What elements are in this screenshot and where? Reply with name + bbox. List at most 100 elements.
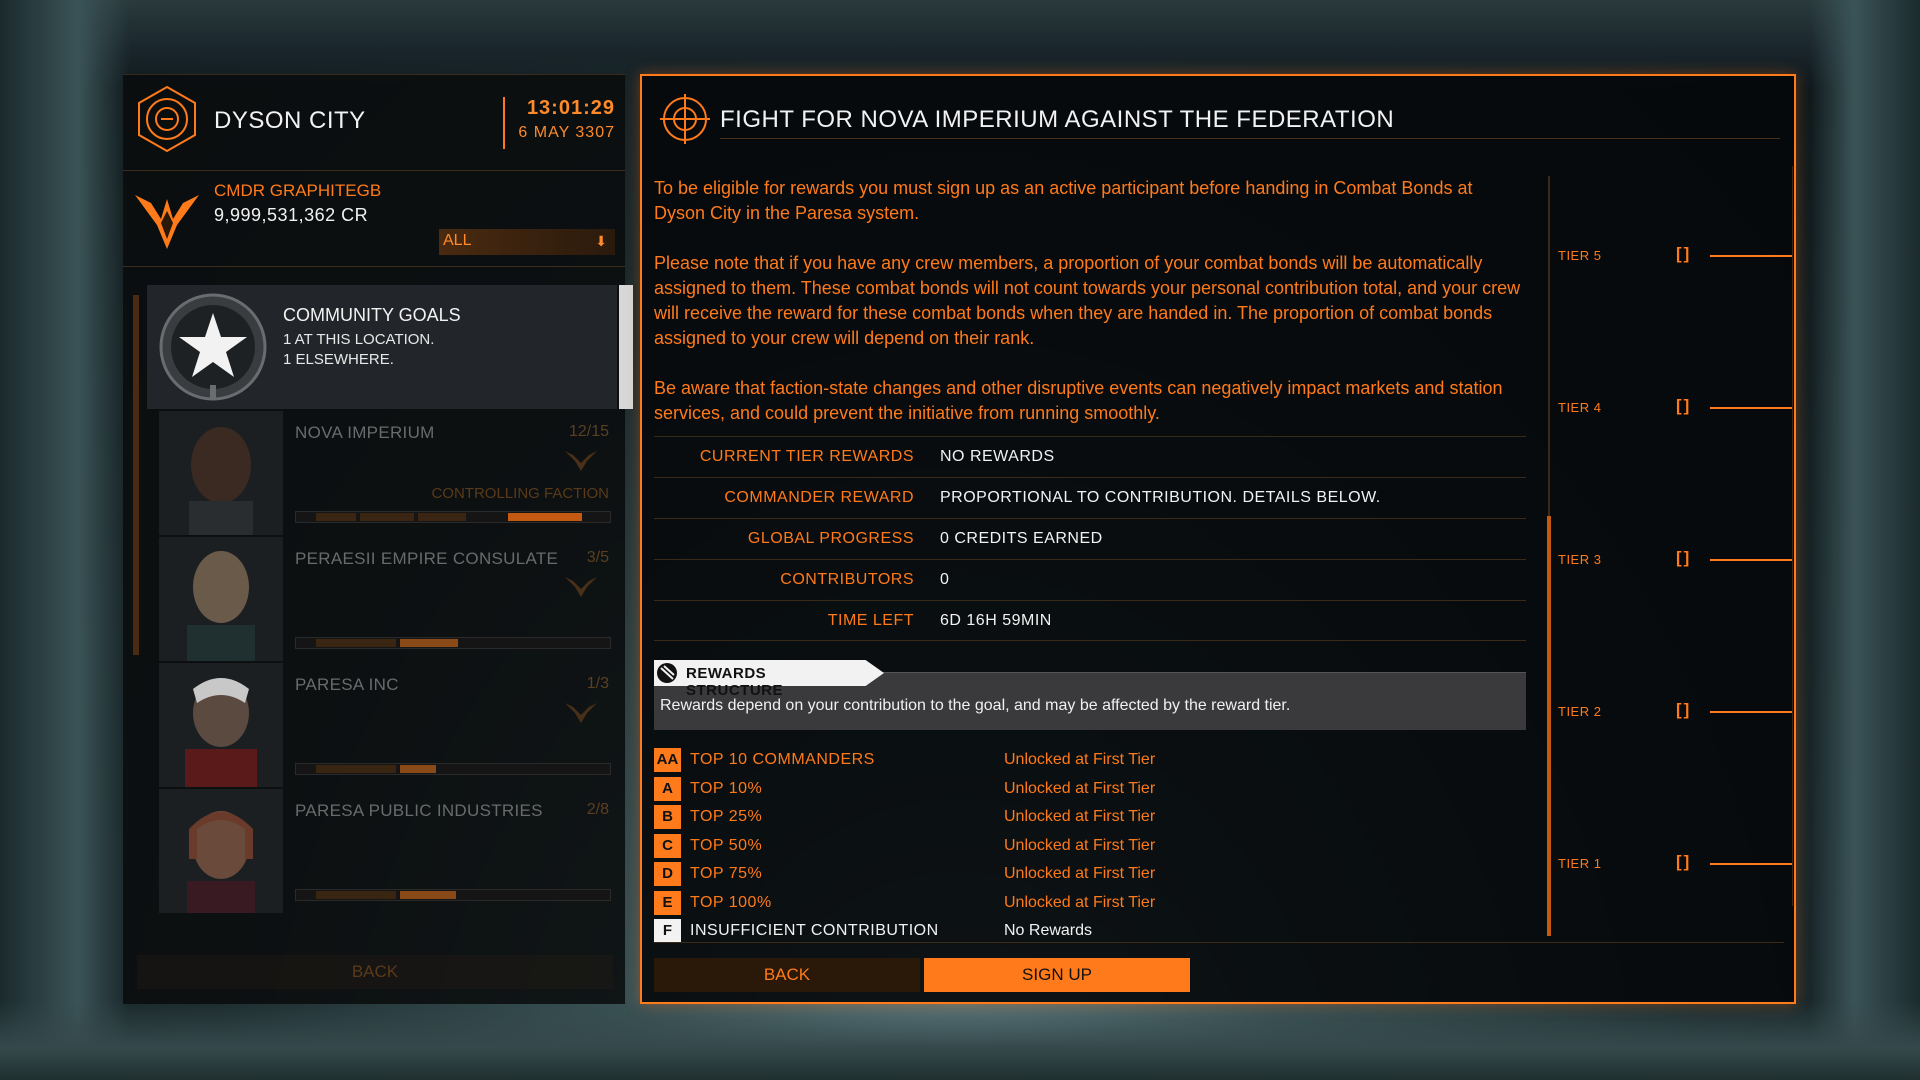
grade-status: Unlocked at First Tier	[1004, 808, 1156, 825]
left-panel: DYSON CITY 13:01:29 6 MAY 3307 CMDR GRAP…	[123, 74, 633, 1004]
faction-portrait	[159, 411, 283, 535]
faction-progress-bar	[295, 763, 611, 775]
info-label: GLOBAL PROGRESS	[747, 530, 914, 547]
faction-progress-bar	[295, 637, 611, 649]
tier-label: TIER 1	[1558, 856, 1602, 871]
goal-info-table: CURRENT TIER REWARDS NO REWARDS COMMANDE…	[654, 436, 1526, 641]
faction-count: 12/15	[568, 423, 609, 440]
faction-item-paresa-inc[interactable]: PARESA INC 1/3	[159, 663, 617, 789]
grade-name: TOP 10%	[690, 779, 763, 797]
grade-badge: B	[654, 805, 681, 829]
tier-row-4: TIER 4 []	[1538, 396, 1794, 426]
tier-label: TIER 4	[1558, 400, 1602, 415]
faction-wing-icon	[565, 577, 597, 597]
community-goals-star-icon	[159, 293, 267, 401]
faction-item-peraesii-empire-consulate[interactable]: PERAESII EMPIRE CONSULATE 3/5	[159, 537, 617, 663]
goal-title: FIGHT FOR NOVA IMPERIUM AGAINST THE FEDE…	[720, 106, 1395, 133]
faction-progress-bar	[295, 889, 611, 901]
faction-portrait	[159, 789, 283, 913]
community-goals-at-location: 1 AT THIS LOCATION.	[283, 331, 435, 348]
grade-name: TOP 10 COMMANDERS	[690, 751, 875, 768]
filter-dropdown[interactable]: ALL ⬇	[439, 229, 615, 255]
station-icon	[138, 85, 196, 153]
grade-status: Unlocked at First Tier	[1004, 751, 1156, 768]
clock-date: 6 MAY 3307	[518, 124, 615, 141]
faction-count: 2/8	[586, 801, 609, 818]
station-name: DYSON CITY	[214, 107, 366, 134]
grade-row-b: B TOP 25% Unlocked at First Tier	[654, 805, 1526, 834]
goal-detail-panel: FIGHT FOR NOVA IMPERIUM AGAINST THE FEDE…	[640, 74, 1796, 1004]
grade-row-f: F INSUFFICIENT CONTRIBUTION No Rewards	[654, 919, 1526, 948]
grade-row-e: E TOP 100% Unlocked at First Tier	[654, 890, 1526, 920]
tier-marker-line	[1710, 255, 1792, 257]
goal-description-eligibility: To be eligible for rewards you must sign…	[654, 178, 1473, 223]
title-divider	[720, 138, 1780, 139]
grade-badge: E	[654, 890, 681, 915]
community-goals-title: COMMUNITY GOALS	[283, 305, 461, 325]
info-value: 0	[940, 571, 950, 588]
grade-status: No Rewards	[1004, 922, 1093, 939]
reward-grades-list: AA TOP 10 COMMANDERS Unlocked at First T…	[654, 748, 1526, 948]
info-label: COMMANDER REWARD	[724, 489, 914, 506]
info-row-contributors: CONTRIBUTORS 0	[654, 559, 1526, 600]
goal-description-crew: Please note that if you have any crew me…	[654, 253, 1521, 348]
info-row-current-tier-rewards: CURRENT TIER REWARDS NO REWARDS	[654, 436, 1526, 477]
faction-item-paresa-public-industries[interactable]: PARESA PUBLIC INDUSTRIES 2/8	[159, 789, 617, 915]
list-scrollbar[interactable]	[619, 285, 633, 409]
clock-time: 13:01:29	[526, 97, 615, 119]
tier-label: TIER 3	[1558, 552, 1602, 567]
rewards-description: Rewards depend on your contribution to t…	[660, 697, 1291, 714]
info-row-global-progress: GLOBAL PROGRESS 0 CREDITS EARNED	[654, 518, 1526, 559]
tier-reward-slot: []	[1676, 396, 1692, 415]
info-value: 0 CREDITS EARNED	[940, 530, 1103, 547]
faction-count: 1/3	[586, 675, 609, 692]
info-value: NO REWARDS	[940, 448, 1055, 465]
grade-badge: A	[654, 776, 681, 801]
tier-row-5: TIER 5 []	[1538, 244, 1794, 274]
info-label: CURRENT TIER REWARDS	[699, 448, 914, 465]
tier-reward-slot: []	[1676, 548, 1692, 567]
grade-badge: F	[654, 919, 681, 943]
tier-label: TIER 2	[1558, 704, 1602, 719]
faction-wing-icon	[565, 703, 597, 723]
sign-up-button[interactable]: SIGN UP	[924, 958, 1190, 992]
grade-name: TOP 50%	[690, 836, 763, 854]
tier-label: TIER 5	[1558, 248, 1602, 263]
faction-name: NOVA IMPERIUM	[295, 423, 435, 442]
tier-reward-slot: []	[1676, 244, 1692, 263]
rewards-emblem-icon	[657, 663, 677, 683]
info-label: CONTRIBUTORS	[780, 571, 914, 588]
grade-name: TOP 25%	[690, 808, 763, 825]
station-header: DYSON CITY 13:01:29 6 MAY 3307	[123, 75, 625, 171]
grade-name: TOP 100%	[690, 893, 772, 911]
grade-row-aa: AA TOP 10 COMMANDERS Unlocked at First T…	[654, 748, 1526, 777]
info-row-time-left: TIME LEFT 6D 16H 59MIN	[654, 600, 1526, 641]
grade-status: Unlocked at First Tier	[1004, 836, 1156, 854]
back-button[interactable]: BACK	[654, 958, 920, 992]
info-value: 6D 16H 59MIN	[940, 612, 1052, 629]
faction-name: PARESA INC	[295, 675, 399, 694]
commander-rank-icon	[135, 195, 199, 249]
grade-badge: C	[654, 833, 681, 858]
faction-count: 3/5	[586, 549, 609, 566]
grade-row-d: D TOP 75% Unlocked at First Tier	[654, 862, 1526, 891]
goal-description-warning: Be aware that faction-state changes and …	[654, 378, 1503, 423]
grade-badge: AA	[654, 748, 681, 772]
filter-dropdown-value: ALL	[443, 232, 472, 249]
community-goals-summary[interactable]: COMMUNITY GOALS 1 AT THIS LOCATION. 1 EL…	[147, 285, 617, 409]
arrow-down-icon: ⬇	[595, 233, 607, 249]
tier-marker-line	[1710, 559, 1792, 561]
grade-row-a: A TOP 10% Unlocked at First Tier	[654, 776, 1526, 806]
faction-name: PERAESII EMPIRE CONSULATE	[295, 549, 559, 568]
background-right-wall	[1810, 0, 1920, 1080]
tier-marker-line	[1710, 407, 1792, 409]
community-goals-elsewhere: 1 ELSEWHERE.	[283, 351, 394, 368]
tier-row-2: TIER 2 []	[1538, 700, 1794, 730]
left-back-button[interactable]: BACK	[137, 955, 613, 989]
tier-border	[1792, 166, 1793, 906]
faction-portrait	[159, 663, 283, 787]
faction-wing-icon	[565, 451, 597, 471]
faction-item-nova-imperium[interactable]: NOVA IMPERIUM 12/15 CONTROLLING FACTION	[159, 411, 617, 537]
faction-name: PARESA PUBLIC INDUSTRIES	[295, 801, 543, 820]
grade-badge: D	[654, 862, 681, 886]
